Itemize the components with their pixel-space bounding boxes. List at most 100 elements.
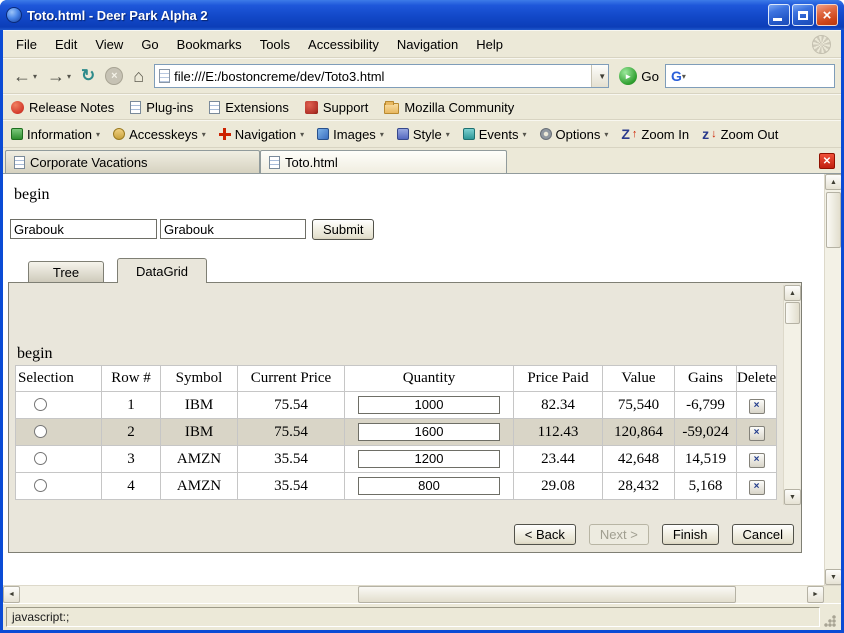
scroll-thumb[interactable]	[785, 302, 800, 324]
reload-icon: ↻	[81, 66, 95, 86]
devtool-navigation[interactable]: Navigation ▾	[219, 127, 304, 142]
devtool-style[interactable]: Style ▾	[397, 127, 450, 142]
panel-scrollbar[interactable]: ▲ ▼	[783, 285, 800, 505]
maximize-button[interactable]	[792, 4, 814, 26]
cancel-button[interactable]: Cancel	[732, 524, 794, 545]
row-select-radio[interactable]	[34, 479, 47, 492]
close-button[interactable]: ×	[816, 4, 838, 26]
minimize-button[interactable]	[768, 4, 790, 26]
chevron-down-icon: ▾	[523, 130, 527, 139]
status-text: javascript:;	[6, 607, 820, 627]
stop-icon: ×	[105, 67, 123, 85]
menu-bookmarks[interactable]: Bookmarks	[168, 34, 251, 55]
minimize-icon	[773, 18, 782, 21]
menu-view[interactable]: View	[86, 34, 132, 55]
menu-edit[interactable]: Edit	[46, 34, 86, 55]
devtool-images[interactable]: Images ▾	[317, 127, 384, 142]
tab-toto-html[interactable]: Toto.html	[260, 150, 507, 173]
zoom-out-button[interactable]: z ↓ Zoom Out	[702, 126, 778, 142]
home-button[interactable]: ⌂	[129, 61, 148, 91]
column-header-symbol: Symbol	[161, 366, 238, 392]
scroll-thumb[interactable]	[358, 586, 736, 603]
scroll-down-button[interactable]: ▼	[784, 489, 801, 505]
bookmark-support[interactable]: Support	[305, 100, 369, 115]
quantity-input[interactable]	[358, 450, 500, 468]
devtool-options[interactable]: Options ▾	[540, 127, 609, 142]
delete-row-button[interactable]: ×	[749, 480, 765, 495]
scroll-thumb[interactable]	[826, 192, 841, 248]
window-title: Toto.html - Deer Park Alpha 2	[27, 8, 768, 23]
tab-datagrid[interactable]: DataGrid	[117, 258, 207, 283]
bookmark-release-notes[interactable]: Release Notes	[11, 100, 114, 115]
row-select-radio[interactable]	[34, 425, 47, 438]
horizontal-scrollbar[interactable]: ◄ ►	[3, 585, 841, 603]
column-header-gains: Gains	[675, 366, 737, 392]
menu-tools[interactable]: Tools	[251, 34, 299, 55]
bookmark-extensions[interactable]: Extensions	[209, 100, 289, 115]
stop-button[interactable]: ×	[101, 61, 127, 91]
delete-row-button[interactable]: ×	[749, 399, 765, 414]
submit-button[interactable]: Submit	[312, 219, 374, 240]
bookmark-plug-ins[interactable]: Plug-ins	[130, 100, 193, 115]
menu-accessibility[interactable]: Accessibility	[299, 34, 388, 55]
forward-button[interactable]: → ▾	[43, 61, 75, 91]
resize-grip[interactable]	[823, 613, 838, 628]
menu-go[interactable]: Go	[132, 34, 167, 55]
back-button[interactable]: ← ▾	[9, 61, 41, 91]
scroll-down-button[interactable]: ▼	[825, 569, 841, 585]
support-icon	[305, 101, 318, 114]
url-history-dropdown-button[interactable]: ▼	[591, 65, 608, 87]
bookmark-mozilla-community[interactable]: Mozilla Community	[384, 100, 514, 115]
scroll-up-button[interactable]: ▲	[784, 285, 801, 301]
tab-tree[interactable]: Tree	[28, 261, 104, 283]
cell-price-paid: 23.44	[514, 446, 603, 473]
zoom-in-label: Zoom In	[641, 127, 689, 142]
column-header-price-paid: Price Paid	[514, 366, 603, 392]
go-button[interactable]: ► Go	[615, 67, 663, 85]
devtool-events[interactable]: Events ▾	[463, 127, 527, 142]
tab-bar: Corporate Vacations Toto.html ✕	[3, 148, 841, 174]
url-input[interactable]	[174, 66, 591, 86]
google-logo-icon[interactable]: G	[671, 68, 682, 84]
quantity-input[interactable]	[358, 396, 500, 414]
title-bar[interactable]: Toto.html - Deer Park Alpha 2 ×	[0, 0, 844, 30]
row-select-radio[interactable]	[34, 398, 47, 411]
name-input-1[interactable]	[10, 219, 157, 239]
release-notes-icon	[11, 101, 24, 114]
cell-current-price: 35.54	[238, 446, 345, 473]
firefox-app-icon	[6, 7, 22, 23]
content-scrollbar[interactable]: ▲ ▼	[824, 174, 841, 585]
scroll-right-button[interactable]: ►	[807, 586, 824, 603]
page-icon	[209, 101, 220, 114]
menu-help[interactable]: Help	[467, 34, 512, 55]
menu-file[interactable]: File	[7, 34, 46, 55]
scroll-up-button[interactable]: ▲	[825, 174, 841, 190]
browser-window: Toto.html - Deer Park Alpha 2 × File Edi…	[0, 0, 844, 633]
finish-button[interactable]: Finish	[662, 524, 719, 545]
menu-navigation[interactable]: Navigation	[388, 34, 467, 55]
zoom-in-button[interactable]: Z ↑ Zoom In	[621, 126, 689, 142]
stock-table: Selection Row # Symbol Current Price Qua…	[15, 365, 777, 500]
devtool-accesskeys[interactable]: Accesskeys ▾	[113, 127, 206, 142]
tab-corporate-vacations[interactable]: Corporate Vacations	[5, 150, 260, 173]
quantity-input[interactable]	[358, 477, 500, 495]
row-select-radio[interactable]	[34, 452, 47, 465]
bookmark-label: Support	[323, 100, 369, 115]
search-input[interactable]	[686, 66, 834, 86]
delete-row-button[interactable]: ×	[749, 453, 765, 468]
name-input-2[interactable]	[160, 219, 306, 239]
quantity-input[interactable]	[358, 423, 500, 441]
zoom-in-icon: Z	[621, 126, 630, 142]
back-arrow-icon: ←	[13, 67, 31, 85]
devtool-information[interactable]: Information ▾	[11, 127, 100, 142]
scroll-track[interactable]	[20, 586, 807, 603]
tab-label: Corporate Vacations	[30, 155, 148, 170]
delete-row-button[interactable]: ×	[749, 426, 765, 441]
table-header-row: Selection Row # Symbol Current Price Qua…	[16, 366, 777, 392]
scroll-left-button[interactable]: ◄	[3, 586, 20, 603]
tab-close-button[interactable]: ✕	[819, 153, 835, 169]
reload-button[interactable]: ↻	[77, 61, 99, 91]
next-button[interactable]: Next >	[589, 524, 649, 545]
back-button[interactable]: < Back	[514, 524, 576, 545]
events-icon	[463, 128, 475, 140]
